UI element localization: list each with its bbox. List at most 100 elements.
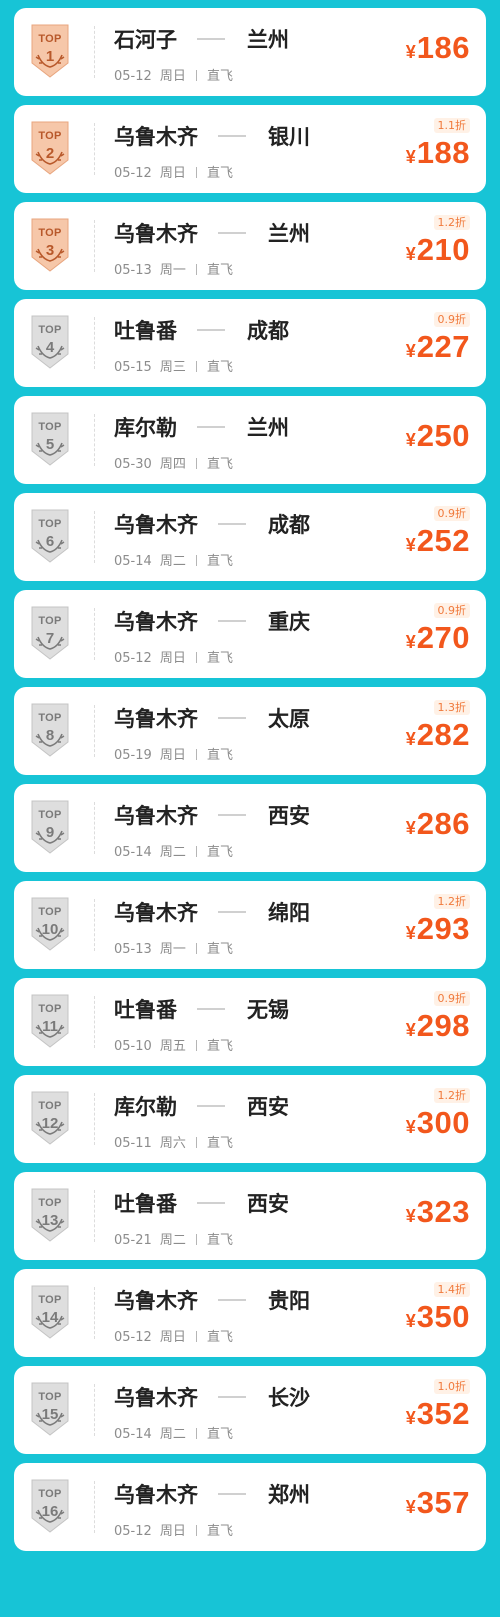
flight-info: 05-12 周日 直飞: [114, 65, 233, 84]
separator: [195, 264, 197, 275]
origin-city: 库尔勒: [114, 1095, 177, 1119]
price-amount: 250: [416, 418, 470, 453]
rank-number: 13: [41, 1212, 59, 1229]
route-arrow-icon: [218, 1396, 246, 1398]
flight-date: 05-21: [114, 1233, 152, 1248]
currency-symbol: ¥: [405, 341, 416, 361]
flight-date: 05-13: [114, 942, 152, 957]
flight-card-3[interactable]: TOP 3 乌鲁木齐 兰州 05-13 周一 直飞 1.2折 ¥210: [14, 202, 486, 290]
rank-number: 12: [41, 1115, 59, 1132]
flight-card-6[interactable]: TOP 6 乌鲁木齐 成都 05-14 周二 直飞 0.9折 ¥252: [14, 493, 486, 581]
route-arrow-icon: [218, 814, 246, 816]
flight-card-13[interactable]: TOP 13 吐鲁番 西安 05-21 周二 直飞 ¥323: [14, 1172, 486, 1260]
route-arrow-icon: [197, 329, 225, 331]
badge-top-label: TOP: [38, 1003, 62, 1015]
flight-date: 05-14: [114, 845, 152, 860]
origin-city: 乌鲁木齐: [114, 901, 198, 925]
flight-type: 直飞: [206, 1330, 233, 1345]
flight-card-2[interactable]: TOP 2 乌鲁木齐 银川 05-12 周日 直飞 1.1折 ¥188: [14, 105, 486, 193]
badge-top-label: TOP: [38, 1197, 62, 1209]
separator: [195, 555, 197, 566]
flight-type: 直飞: [206, 554, 233, 569]
discount-tag: 1.4折: [433, 1282, 470, 1297]
separator: [195, 1428, 197, 1439]
rank-badge: TOP 9: [26, 797, 74, 859]
flight-card-10[interactable]: TOP 10 乌鲁木齐 绵阳 05-13 周一 直飞 1.2折 ¥293: [14, 881, 486, 969]
flight-weekday: 周四: [159, 457, 186, 472]
destination-city: 郑州: [268, 1483, 310, 1507]
destination-city: 西安: [247, 1095, 289, 1119]
discount-tag: 1.3折: [433, 700, 470, 715]
origin-city: 石河子: [114, 28, 177, 52]
flight-card-1[interactable]: TOP 1 石河子 兰州 05-12 周日 直飞 ¥186: [14, 8, 486, 96]
origin-city: 吐鲁番: [114, 1192, 177, 1216]
route: 乌鲁木齐 重庆: [114, 606, 310, 636]
flight-type: 直飞: [206, 1427, 233, 1442]
rank-badge: TOP 6: [26, 506, 74, 568]
route: 乌鲁木齐 太原: [114, 703, 310, 733]
flight-type: 直飞: [206, 1136, 233, 1151]
currency-symbol: ¥: [405, 729, 416, 749]
currency-symbol: ¥: [405, 244, 416, 264]
currency-symbol: ¥: [405, 147, 416, 167]
route-arrow-icon: [197, 1202, 225, 1204]
flight-type: 直飞: [206, 1524, 233, 1539]
badge-top-label: TOP: [38, 1488, 62, 1500]
flight-card-7[interactable]: TOP 7 乌鲁木齐 重庆 05-12 周日 直飞 0.9折 ¥270: [14, 590, 486, 678]
divider: [94, 1287, 95, 1339]
flight-card-16[interactable]: TOP 16 乌鲁木齐 郑州 05-12 周日 直飞 ¥357: [14, 1463, 486, 1551]
flight-card-11[interactable]: TOP 11 吐鲁番 无锡 05-10 周五 直飞 0.9折 ¥298: [14, 978, 486, 1066]
origin-city: 乌鲁木齐: [114, 125, 198, 149]
divider: [94, 1481, 95, 1533]
route-arrow-icon: [218, 135, 246, 137]
rank-number: 10: [41, 921, 59, 938]
rank-number: 5: [45, 436, 55, 453]
route: 乌鲁木齐 长沙: [114, 1382, 310, 1412]
rank-number: 14: [41, 1309, 59, 1326]
flight-date: 05-30: [114, 457, 152, 472]
flight-date: 05-11: [114, 1136, 152, 1151]
flight-card-5[interactable]: TOP 5 库尔勒 兰州 05-30 周四 直飞 ¥250: [14, 396, 486, 484]
flight-card-4[interactable]: TOP 4 吐鲁番 成都 05-15 周三 直飞 0.9折 ¥227: [14, 299, 486, 387]
flight-type: 直飞: [206, 651, 233, 666]
rank-badge: TOP 12: [26, 1088, 74, 1150]
flight-card-8[interactable]: TOP 8 乌鲁木齐 太原 05-19 周日 直飞 1.3折 ¥282: [14, 687, 486, 775]
flight-weekday: 周二: [159, 1427, 186, 1442]
separator: [195, 1525, 197, 1536]
flight-weekday: 周日: [159, 748, 186, 763]
flight-info: 05-13 周一 直飞: [114, 259, 233, 278]
route-arrow-icon: [218, 911, 246, 913]
destination-city: 贵阳: [268, 1289, 310, 1313]
price: ¥270: [406, 620, 470, 656]
route: 库尔勒 兰州: [114, 412, 289, 442]
price: ¥227: [406, 329, 470, 365]
route-arrow-icon: [197, 1105, 225, 1107]
rank-number: 3: [45, 242, 55, 259]
flight-info: 05-14 周二 直飞: [114, 1423, 233, 1442]
flight-info: 05-14 周二 直飞: [114, 550, 233, 569]
divider: [94, 899, 95, 951]
origin-city: 吐鲁番: [114, 319, 177, 343]
flight-card-15[interactable]: TOP 15 乌鲁木齐 长沙 05-14 周二 直飞 1.0折 ¥352: [14, 1366, 486, 1454]
rank-badge: TOP 16: [26, 1476, 74, 1538]
destination-city: 西安: [247, 1192, 289, 1216]
rank-badge: TOP 1: [26, 21, 74, 83]
flight-date: 05-13: [114, 263, 152, 278]
route-arrow-icon: [218, 1299, 246, 1301]
flight-card-9[interactable]: TOP 9 乌鲁木齐 西安 05-14 周二 直飞 ¥286: [14, 784, 486, 872]
flight-info: 05-12 周日 直飞: [114, 1326, 233, 1345]
flight-type: 直飞: [206, 748, 233, 763]
flight-weekday: 周六: [159, 1136, 186, 1151]
currency-symbol: ¥: [405, 1408, 416, 1428]
flight-weekday: 周日: [159, 166, 186, 181]
flight-card-12[interactable]: TOP 12 库尔勒 西安 05-11 周六 直飞 1.2折 ¥300: [14, 1075, 486, 1163]
flight-date: 05-12: [114, 1524, 152, 1539]
origin-city: 乌鲁木齐: [114, 513, 198, 537]
price-amount: 227: [416, 329, 470, 364]
discount-tag: 0.9折: [433, 603, 470, 618]
price-amount: 323: [416, 1194, 470, 1229]
separator: [195, 1137, 197, 1148]
route-arrow-icon: [197, 1008, 225, 1010]
flight-card-14[interactable]: TOP 14 乌鲁木齐 贵阳 05-12 周日 直飞 1.4折 ¥350: [14, 1269, 486, 1357]
route-arrow-icon: [197, 426, 225, 428]
